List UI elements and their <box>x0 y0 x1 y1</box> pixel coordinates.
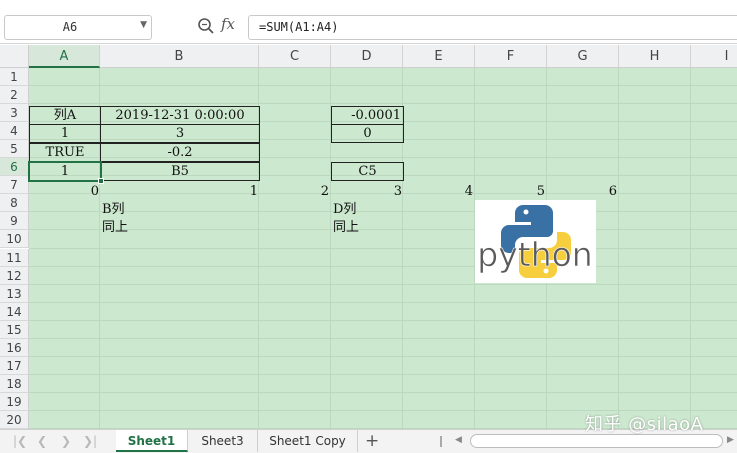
row-header-14[interactable]: 14 <box>0 302 29 321</box>
fx-icon[interactable]: fx <box>221 15 235 33</box>
cell-C7[interactable]: 2 <box>259 183 331 201</box>
cell-E7[interactable]: 4 <box>403 183 475 201</box>
name-box-value: A6 <box>62 20 78 34</box>
tab-sheet3[interactable]: Sheet3 <box>188 430 258 452</box>
cell-D9[interactable]: 同上 <box>331 219 404 237</box>
cell-B8[interactable]: B列 <box>100 201 260 219</box>
gridline-horizontal <box>29 103 737 105</box>
row-header-6[interactable]: 6 <box>0 158 29 177</box>
gridline-horizontal <box>29 265 737 267</box>
column-header-f[interactable]: F <box>475 45 547 68</box>
gridline-vertical <box>618 68 619 429</box>
horizontal-scrollbar[interactable] <box>470 434 723 448</box>
row-header-20[interactable]: 20 <box>0 410 29 429</box>
row-header-1[interactable]: 1 <box>0 68 29 87</box>
formula-input[interactable]: =SUM(A1:A4) <box>248 15 737 40</box>
column-header-a[interactable]: A <box>29 45 100 68</box>
watermark: 知乎 @silaoA <box>585 414 704 435</box>
row-header-9[interactable]: 9 <box>0 212 29 231</box>
gridline-horizontal <box>29 355 737 357</box>
gridline-vertical <box>690 68 691 429</box>
row-header-3[interactable]: 3 <box>0 104 29 123</box>
cell-A4[interactable]: 1 <box>29 124 101 143</box>
gridline-horizontal <box>29 319 737 321</box>
gridline-horizontal <box>29 247 737 249</box>
prev-sheet-icon[interactable]: ❮ <box>37 434 47 448</box>
formula-bar: A6 ▼ fx =SUM(A1:A4) <box>0 0 737 44</box>
scrollbar-split-handle[interactable] <box>440 436 442 447</box>
row-header-13[interactable]: 13 <box>0 284 29 303</box>
gridline-horizontal <box>29 373 737 375</box>
row-header-8[interactable]: 8 <box>0 194 29 213</box>
tab-sheet1[interactable]: Sheet1 <box>116 430 188 452</box>
cell-B4[interactable]: 3 <box>100 124 260 143</box>
row-header-12[interactable]: 12 <box>0 266 29 285</box>
row-header-5[interactable]: 5 <box>0 140 29 159</box>
cell-D4[interactable]: 0 <box>331 124 404 143</box>
cell-B5[interactable]: -0.2 <box>100 143 260 162</box>
scroll-right-icon[interactable]: ▶ <box>727 435 734 445</box>
column-header-g[interactable]: G <box>547 45 619 68</box>
column-header-c[interactable]: C <box>259 45 331 68</box>
cell-D3[interactable]: -0.0001 <box>331 106 404 125</box>
gridline-horizontal <box>29 337 737 339</box>
gridline-horizontal <box>29 391 737 393</box>
row-header-2[interactable]: 2 <box>0 86 29 105</box>
cell-B9[interactable]: 同上 <box>100 219 260 237</box>
row-header-11[interactable]: 11 <box>0 248 29 267</box>
row-header-16[interactable]: 16 <box>0 338 29 357</box>
cell-A5[interactable]: TRUE <box>29 143 101 162</box>
row-header-4[interactable]: 4 <box>0 122 29 141</box>
add-sheet-icon[interactable]: + <box>365 431 379 451</box>
cell-D7[interactable]: 3 <box>331 183 404 201</box>
row-header-17[interactable]: 17 <box>0 356 29 375</box>
cell-D8[interactable]: D列 <box>331 201 404 219</box>
gridline-horizontal <box>29 301 737 303</box>
column-header-h[interactable]: H <box>619 45 691 68</box>
python-logo-text: python <box>477 235 592 274</box>
column-header-b[interactable]: B <box>100 45 259 68</box>
cell-A7[interactable]: 0 <box>29 183 101 201</box>
cell-D6[interactable]: C5 <box>331 162 404 181</box>
cell-F7[interactable]: 5 <box>475 183 547 201</box>
spreadsheet-grid: ABCDEFGHI 1 2 3 4 5 6 7 8 9 10 11 12 13 14 15 16 17 18 19 2… <box>0 45 737 429</box>
last-sheet-icon[interactable]: ❯| <box>83 434 97 448</box>
zoom-icon[interactable] <box>197 17 215 35</box>
cell-G7[interactable]: 6 <box>547 183 619 201</box>
cell-B6[interactable]: B5 <box>100 162 260 181</box>
row-header-10[interactable]: 10 <box>0 230 29 249</box>
cell-B7[interactable]: 1 <box>100 183 260 201</box>
gridline-horizontal <box>29 283 737 285</box>
python-logo-image[interactable]: python <box>475 200 596 283</box>
name-box[interactable]: A6 ▼ <box>4 15 152 40</box>
scroll-left-icon[interactable]: ◀ <box>455 435 462 445</box>
row-header-18[interactable]: 18 <box>0 374 29 393</box>
select-all-corner[interactable] <box>0 45 29 68</box>
cell-B3[interactable]: 2019-12-31 0:00:00 <box>100 106 260 125</box>
row-header-7[interactable]: 7 <box>0 176 29 195</box>
chevron-down-icon[interactable]: ▼ <box>140 20 147 30</box>
tab-sheet1-copy[interactable]: Sheet1 Copy <box>258 430 358 452</box>
column-header-d[interactable]: D <box>331 45 403 68</box>
first-sheet-icon[interactable]: |❮ <box>13 434 27 448</box>
gridline-horizontal <box>29 85 737 87</box>
row-header-19[interactable]: 19 <box>0 392 29 411</box>
active-cell-selection <box>28 161 102 182</box>
column-header-i[interactable]: I <box>691 45 737 68</box>
row-header-15[interactable]: 15 <box>0 320 29 339</box>
cell-A3[interactable]: 列A <box>29 106 101 125</box>
next-sheet-icon[interactable]: ❯ <box>61 434 71 448</box>
formula-text: =SUM(A1:A4) <box>259 20 339 34</box>
column-header-e[interactable]: E <box>403 45 475 68</box>
